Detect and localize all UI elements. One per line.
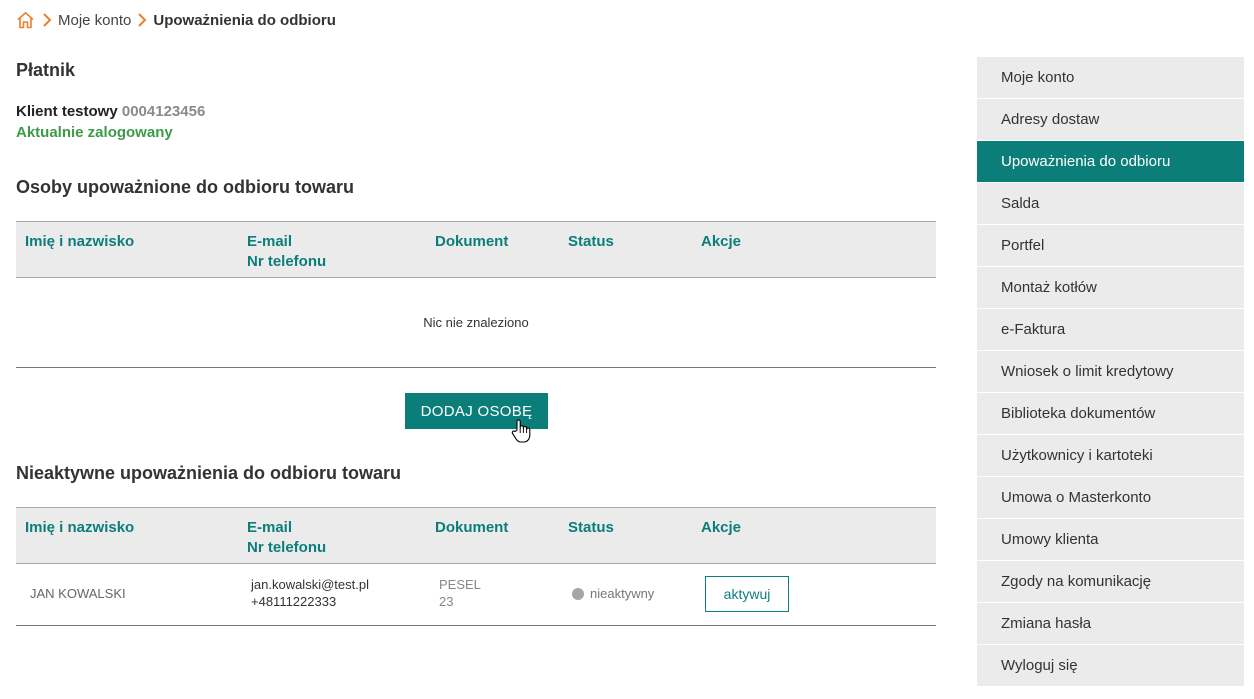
- header-document: Dokument: [435, 233, 509, 250]
- chevron-right-icon: [36, 13, 58, 27]
- inactive-authorizations-table: Imię i nazwisko E-mail Nr telefonu Dokum…: [16, 507, 936, 626]
- header-status: Status: [568, 233, 614, 250]
- home-icon[interactable]: [16, 10, 36, 30]
- sidebar-item-upowaznienia[interactable]: Upoważnienia do odbioru: [977, 141, 1244, 182]
- document-number: 23: [439, 594, 454, 609]
- header-name: Imię i nazwisko: [25, 233, 135, 250]
- person-email: jan.kowalski@test.pl: [251, 577, 369, 592]
- table-header: Imię i nazwisko E-mail Nr telefonu Dokum…: [16, 221, 936, 278]
- page-title: Płatnik: [16, 60, 76, 80]
- sidebar-item-wyloguj[interactable]: Wyloguj się: [977, 645, 1244, 686]
- sidebar-item-umowa-masterkonto[interactable]: Umowa o Masterkonto: [977, 477, 1244, 518]
- document-cell: PESEL 23: [439, 576, 481, 610]
- breadcrumb-link-moje-konto[interactable]: Moje konto: [58, 12, 131, 29]
- client-name: Klient testowy: [16, 103, 118, 120]
- sidebar-item-wniosek-limit[interactable]: Wniosek o limit kredytowy: [977, 351, 1244, 392]
- sidebar-item-salda[interactable]: Salda: [977, 183, 1244, 224]
- hand-pointer-icon: [510, 418, 532, 444]
- header-email-phone: E-mail Nr telefonu: [247, 518, 326, 558]
- header-phone: Nr telefonu: [247, 539, 327, 556]
- inactive-section-title: Nieaktywne upoważnienia do odbioru towar…: [16, 463, 402, 483]
- active-authorizations-table: Imię i nazwisko E-mail Nr telefonu Dokum…: [16, 221, 936, 368]
- header-actions: Akcje: [701, 519, 742, 536]
- header-name: Imię i nazwisko: [25, 519, 135, 536]
- chevron-right-icon: [131, 13, 153, 27]
- person-phone: +48111222333: [251, 594, 337, 609]
- active-section-title: Osoby upoważnione do odbioru towaru: [16, 177, 354, 197]
- breadcrumb-current: Upoważnienia do odbioru: [153, 11, 336, 29]
- status-text: nieaktywny: [590, 586, 655, 601]
- sidebar-item-adresy-dostaw[interactable]: Adresy dostaw: [977, 99, 1244, 140]
- header-email-phone: E-mail Nr telefonu: [247, 232, 326, 272]
- header-document: Dokument: [435, 519, 509, 536]
- client-info: Klient testowy 0004123456: [16, 103, 205, 120]
- status-dot-icon: [572, 587, 584, 600]
- activate-button[interactable]: aktywuj: [705, 576, 789, 612]
- header-phone: Nr telefonu: [247, 253, 327, 270]
- sidebar-item-montaz-kotlow[interactable]: Montaż kotłów: [977, 267, 1244, 308]
- login-status: Aktualnie zalogowany: [16, 124, 173, 141]
- table-row: JAN KOWALSKI jan.kowalski@test.pl +48111…: [16, 564, 936, 626]
- sidebar-item-e-faktura[interactable]: e-Faktura: [977, 309, 1244, 350]
- sidebar-item-zmiana-hasla[interactable]: Zmiana hasła: [977, 603, 1244, 644]
- sidebar-item-portfel[interactable]: Portfel: [977, 225, 1244, 266]
- sidebar-item-biblioteka[interactable]: Biblioteka dokumentów: [977, 393, 1244, 434]
- contact-cell: jan.kowalski@test.pl +48111222333: [251, 576, 369, 610]
- header-actions: Akcje: [701, 233, 742, 250]
- header-email: E-mail: [247, 233, 293, 250]
- account-sidebar: Moje konto Adresy dostaw Upoważnienia do…: [977, 57, 1244, 687]
- table-header: Imię i nazwisko E-mail Nr telefonu Dokum…: [16, 507, 936, 564]
- document-type: PESEL: [439, 577, 481, 592]
- empty-state-text: Nic nie znaleziono: [423, 315, 529, 330]
- breadcrumb: Moje konto Upoważnienia do odbioru: [16, 9, 336, 31]
- status-cell: nieaktywny: [572, 586, 654, 601]
- empty-state: Nic nie znaleziono: [16, 278, 936, 368]
- sidebar-item-zgody[interactable]: Zgody na komunikację: [977, 561, 1244, 602]
- person-name: JAN KOWALSKI: [30, 586, 126, 601]
- sidebar-item-umowy-klienta[interactable]: Umowy klienta: [977, 519, 1244, 560]
- header-email: E-mail: [247, 519, 293, 536]
- header-status: Status: [568, 519, 614, 536]
- client-number: 0004123456: [121, 103, 206, 120]
- sidebar-item-moje-konto[interactable]: Moje konto: [977, 57, 1244, 98]
- sidebar-item-uzytkownicy[interactable]: Użytkownicy i kartoteki: [977, 435, 1244, 476]
